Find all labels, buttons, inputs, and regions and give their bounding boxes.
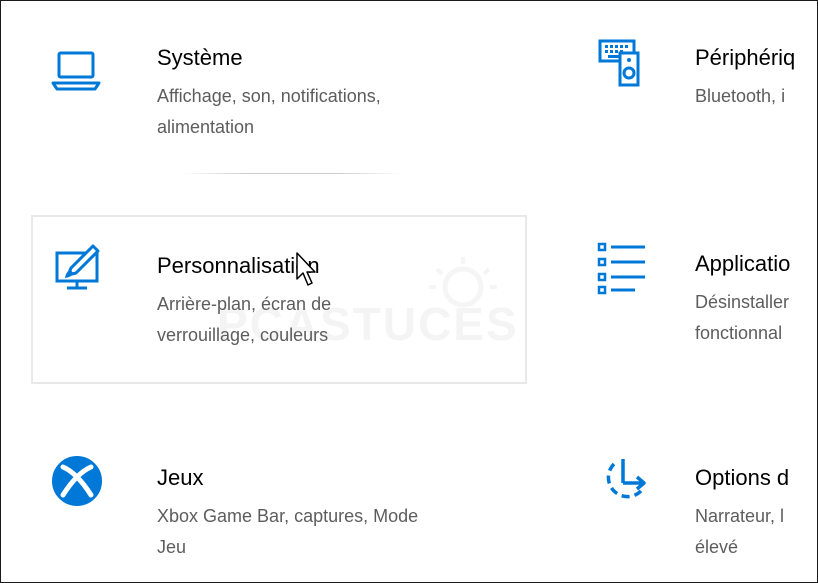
personalization-icon <box>51 241 107 297</box>
tile-applications[interactable]: Applicatio Désinstaller fonctionnal <box>593 215 817 384</box>
tile-description-line: Bluetooth, i <box>695 86 786 106</box>
tile-title: Jeux <box>157 465 204 490</box>
tile-description-line: Désinstaller <box>695 292 790 312</box>
tile-description-line: alimentation <box>157 117 255 137</box>
divider <box>181 173 403 174</box>
tile-options-ergonomie[interactable]: Options d Narrateur, l élevé <box>593 431 817 571</box>
tile-title: Périphériq <box>695 45 796 70</box>
devices-icon <box>595 35 651 91</box>
tile-description-line: Jeu <box>157 537 187 557</box>
tile-description-line: Arrière-plan, écran de <box>157 294 332 314</box>
apps-icon <box>595 241 651 297</box>
tile-description-line: fonctionnal <box>695 323 783 343</box>
tile-personnalisation[interactable]: Personnalisation Arrière-plan, écran de … <box>31 215 527 384</box>
xbox-icon <box>49 453 105 509</box>
tile-description-line: Narrateur, l <box>695 506 785 526</box>
tile-title: Options d <box>695 465 790 490</box>
tile-title: Personnalisation <box>157 253 320 278</box>
tile-description-line: élevé <box>695 537 739 557</box>
tile-jeux[interactable]: Jeux Xbox Game Bar, captures, Mode Jeu <box>31 431 527 571</box>
tile-title: Applicatio <box>695 251 791 276</box>
tile-systeme[interactable]: Système Affichage, son, notifications, a… <box>31 31 527 161</box>
laptop-icon <box>49 41 105 97</box>
ease-of-access-icon <box>595 453 651 509</box>
tile-description-line: verrouillage, couleurs <box>157 325 329 345</box>
tile-title: Système <box>157 45 243 70</box>
tile-peripheriques[interactable]: Périphériq Bluetooth, i <box>593 31 817 161</box>
tile-description-line: Xbox Game Bar, captures, Mode <box>157 506 419 526</box>
settings-window: Système Affichage, son, notifications, a… <box>0 0 818 583</box>
tile-description-line: Affichage, son, notifications, <box>157 86 381 106</box>
